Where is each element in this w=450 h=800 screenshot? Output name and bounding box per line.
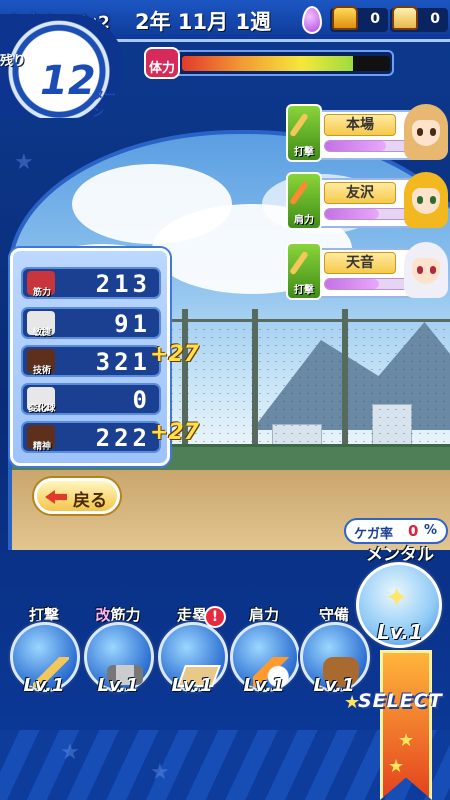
practice-power-button[interactable]: 改筋力 Lv.1: [80, 604, 156, 700]
stat-value: 222: [95, 424, 151, 452]
practice-level: Lv.1: [97, 675, 139, 696]
stat-power: 筋力 213: [21, 267, 161, 299]
stat-value: 91: [114, 310, 151, 338]
teammate-portrait: [404, 104, 448, 160]
stat-value: 213: [95, 270, 151, 298]
practice-arm-button[interactable]: 肩力 Lv.1: [226, 604, 302, 700]
type-label: 打撃: [294, 285, 314, 296]
teammate-portrait: [404, 172, 448, 228]
chest-count: 0: [430, 11, 440, 27]
treasure-chest-icon: [332, 6, 358, 30]
teammate-card[interactable]: 肩力 友沢: [286, 172, 450, 234]
teammate-name: 友沢: [324, 182, 396, 204]
stat-label: 技術: [32, 366, 51, 376]
injury-unit: %: [424, 523, 438, 538]
teammate-name: 本場: [324, 114, 396, 136]
treasure-chest-icon: [392, 6, 418, 30]
batting-type-badge: 打撃: [286, 104, 322, 162]
stat-breaking-ball: 変化球 0: [21, 383, 161, 415]
stamina-gauge: 体力: [144, 47, 394, 79]
stamina-label: 体力: [149, 61, 176, 76]
bat-icon: [289, 250, 309, 276]
spirit-bonus: +27: [150, 420, 200, 445]
teammate-card[interactable]: 打撃 本場: [286, 104, 450, 166]
teammate-portrait: [404, 242, 448, 298]
new-alert-badge: !: [204, 606, 226, 628]
back-button-label: 戻る: [73, 491, 107, 511]
injury-value: 0: [408, 522, 419, 540]
stat-value: 0: [132, 386, 151, 414]
select-banner: [380, 650, 432, 800]
star-decoration: ★: [150, 760, 170, 785]
arm-type-badge: 肩力: [286, 172, 322, 230]
silver-chest-counter[interactable]: 0: [390, 6, 448, 32]
back-button[interactable]: 戻る: [34, 478, 120, 514]
bat-icon: [289, 112, 309, 138]
stat-spirit: 精神 222: [21, 421, 161, 453]
technique-bonus: +27: [150, 342, 200, 367]
stat-speed: 敏捷 91: [21, 307, 161, 339]
stat-technique: 技術 321: [21, 345, 161, 377]
calendar-date: 2年 11月 1週: [135, 10, 272, 34]
stat-label: 敏捷: [32, 328, 51, 338]
practice-level: Lv.1: [171, 675, 213, 696]
turns-remaining: 残り 12 ターン: [0, 14, 124, 119]
practice-prefix: 改: [95, 606, 111, 624]
star-icon: ★: [398, 730, 415, 751]
stat-label: 精神: [32, 442, 51, 452]
teammate-card[interactable]: 打撃 天音: [286, 242, 450, 304]
practice-level: Lv.1: [23, 675, 65, 696]
practice-level: Lv.1: [243, 675, 285, 696]
select-label: SELECT: [358, 690, 443, 712]
stat-value: 321: [95, 348, 151, 376]
practice-batting-button[interactable]: 打撃 Lv.1: [6, 604, 82, 700]
stamina-fill: [182, 56, 353, 71]
teammate-name: 天音: [324, 252, 396, 274]
turns-value: 12: [40, 58, 96, 104]
back-arrow-icon: [45, 490, 67, 504]
egg-icon[interactable]: [302, 6, 322, 34]
select-button[interactable]: ★ SELECT ★ ★: [340, 650, 450, 800]
turns-unit: ターン: [92, 88, 117, 119]
game-screen: ★ ★ ★ ★ セクション2 2年 11月 1週 0 0 残り: [0, 0, 450, 800]
type-label: 肩力: [294, 215, 314, 226]
stats-panel: 筋力 213 敏捷 91 技術 321 変化球 0 精神 222: [10, 248, 170, 466]
ball-icon: [289, 180, 309, 206]
star-icon: ★: [388, 756, 405, 777]
chest-count: 0: [370, 11, 380, 27]
batting-type-badge: 打撃: [286, 242, 322, 300]
stat-label: 筋力: [32, 288, 51, 298]
turns-remaining-label: 残り: [0, 54, 27, 69]
star-decoration: ★: [60, 740, 80, 765]
stat-label: 変化球: [28, 404, 56, 414]
type-label: 打撃: [294, 147, 314, 158]
gold-chest-counter[interactable]: 0: [330, 6, 388, 32]
